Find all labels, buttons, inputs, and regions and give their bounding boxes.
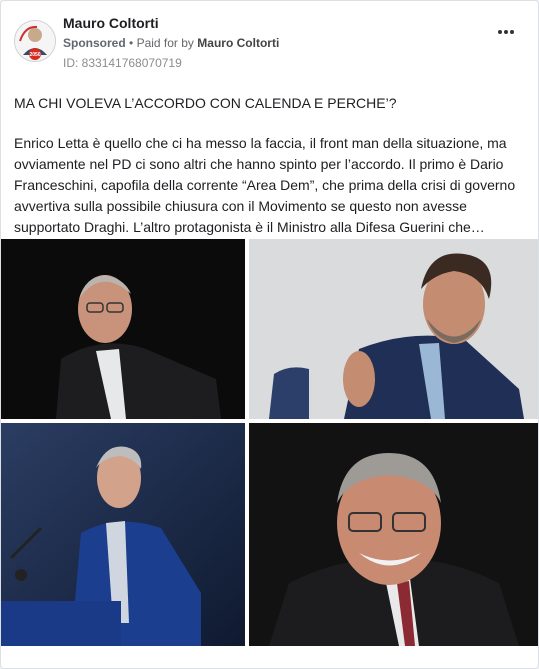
sponsored-label: Sponsored bbox=[63, 36, 126, 50]
post-body-line: ovviamente nel PD ci sono altri che hann… bbox=[14, 156, 504, 172]
author-name[interactable]: Mauro Coltorti bbox=[63, 15, 159, 31]
more-options-icon[interactable] bbox=[498, 29, 514, 35]
post-body-line: supportato Draghi. L’altro protagonista … bbox=[14, 219, 485, 235]
author-avatar[interactable]: 2050 bbox=[14, 20, 56, 62]
photo-top-left[interactable] bbox=[1, 239, 245, 419]
post-body-line: avvertiva sulla possibile chiusura con i… bbox=[14, 198, 467, 214]
paid-by-name: Mauro Coltorti bbox=[197, 36, 280, 50]
post-body-line: Enrico Letta è quello che ci ha messo la… bbox=[14, 135, 507, 151]
photo-top-right[interactable] bbox=[249, 239, 538, 419]
paid-for-prefix: Paid for by bbox=[136, 36, 194, 50]
photo-bottom-right[interactable] bbox=[249, 423, 538, 646]
avatar-badge-text: 2050 bbox=[29, 52, 40, 58]
sponsored-post-card: 2050 Mauro Coltorti Sponsored • Paid for… bbox=[0, 0, 539, 669]
post-header: 2050 Mauro Coltorti Sponsored • Paid for… bbox=[1, 1, 538, 81]
post-title: MA CHI VOLEVA L’ACCORDO CON CALENDA E PE… bbox=[14, 95, 397, 111]
post-text: MA CHI VOLEVA L’ACCORDO CON CALENDA E PE… bbox=[14, 93, 528, 238]
post-footer bbox=[1, 646, 538, 668]
separator-dot: • bbox=[129, 36, 134, 50]
ad-id: ID: 833141768070719 bbox=[63, 56, 182, 70]
post-body-line: Franceschini, capofila della corrente “A… bbox=[14, 177, 516, 193]
avatar-image: 2050 bbox=[15, 21, 55, 61]
sponsored-line: Sponsored • Paid for by Mauro Coltorti bbox=[63, 36, 279, 50]
photo-bottom-left[interactable] bbox=[1, 423, 245, 646]
photo-grid[interactable] bbox=[1, 239, 538, 646]
